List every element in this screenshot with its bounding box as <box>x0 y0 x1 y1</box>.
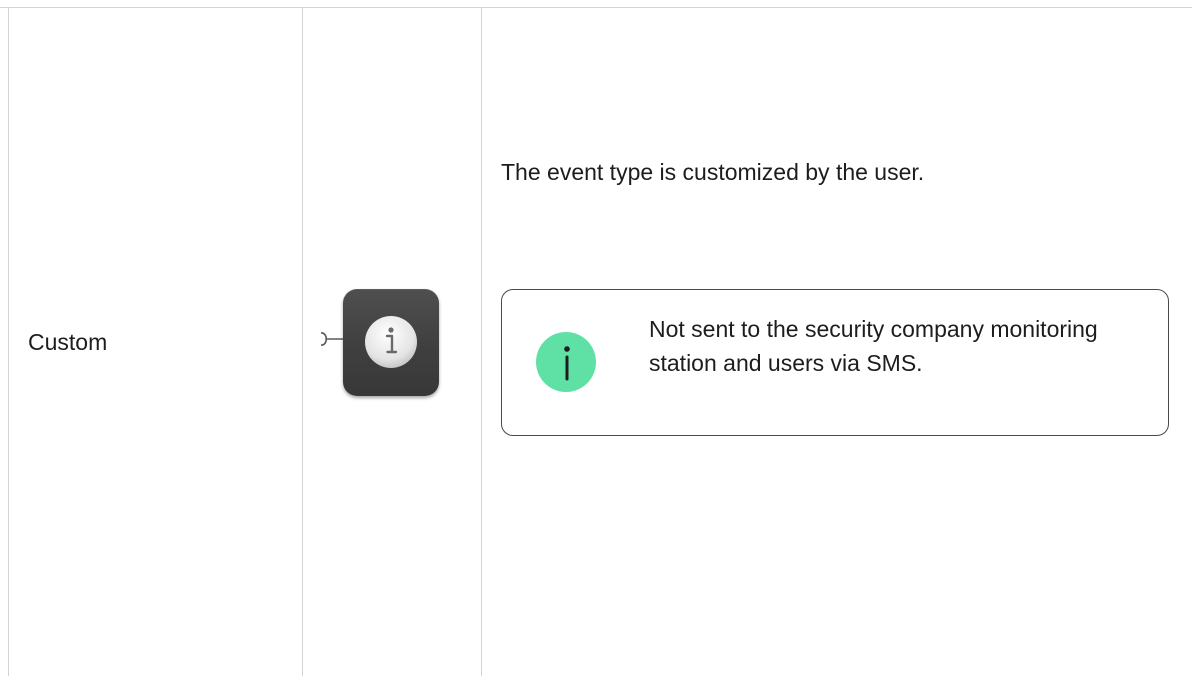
event-icon-cell <box>318 289 442 397</box>
table-column-divider-2 <box>481 7 482 676</box>
note-info-icon <box>536 332 596 392</box>
table-column-divider-1 <box>302 7 303 676</box>
note-box: Not sent to the security company monitor… <box>501 289 1169 436</box>
table-top-border <box>0 7 1192 8</box>
event-description: The event type is customized by the user… <box>501 159 925 185</box>
table-left-border <box>8 7 9 676</box>
info-icon <box>365 316 417 368</box>
info-icon <box>564 346 570 381</box>
note-text: Not sent to the security company monitor… <box>649 316 1098 376</box>
event-types-table: Custom The event type is customized by t… <box>0 0 1192 676</box>
event-info-tile <box>343 289 439 396</box>
event-type-name: Custom <box>28 329 108 355</box>
